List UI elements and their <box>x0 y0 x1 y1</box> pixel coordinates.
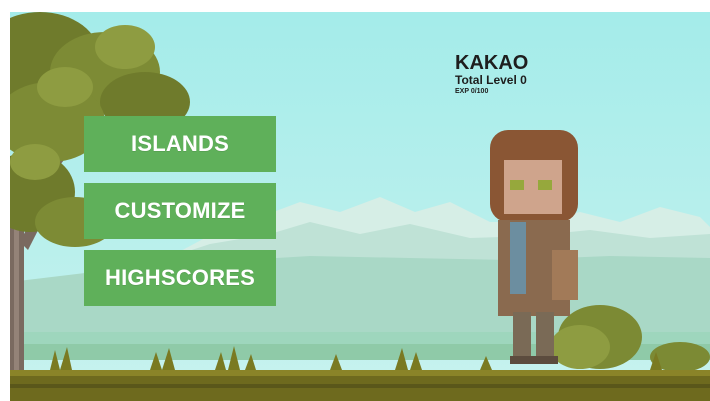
customize-button[interactable]: CUSTOMIZE <box>84 183 276 239</box>
exp-counter: EXP 0/100 <box>455 88 489 95</box>
highscores-button[interactable]: HIGHSCORES <box>84 250 276 306</box>
player-name: KAKAO <box>455 52 529 74</box>
game-scene: KAKAO Total Level 0 EXP 0/100 ISLANDS CU… <box>10 12 710 401</box>
player-info: KAKAO Total Level 0 EXP 0/100 <box>455 53 528 96</box>
total-level: Total Level 0 <box>455 73 527 87</box>
islands-button[interactable]: ISLANDS <box>84 116 276 172</box>
